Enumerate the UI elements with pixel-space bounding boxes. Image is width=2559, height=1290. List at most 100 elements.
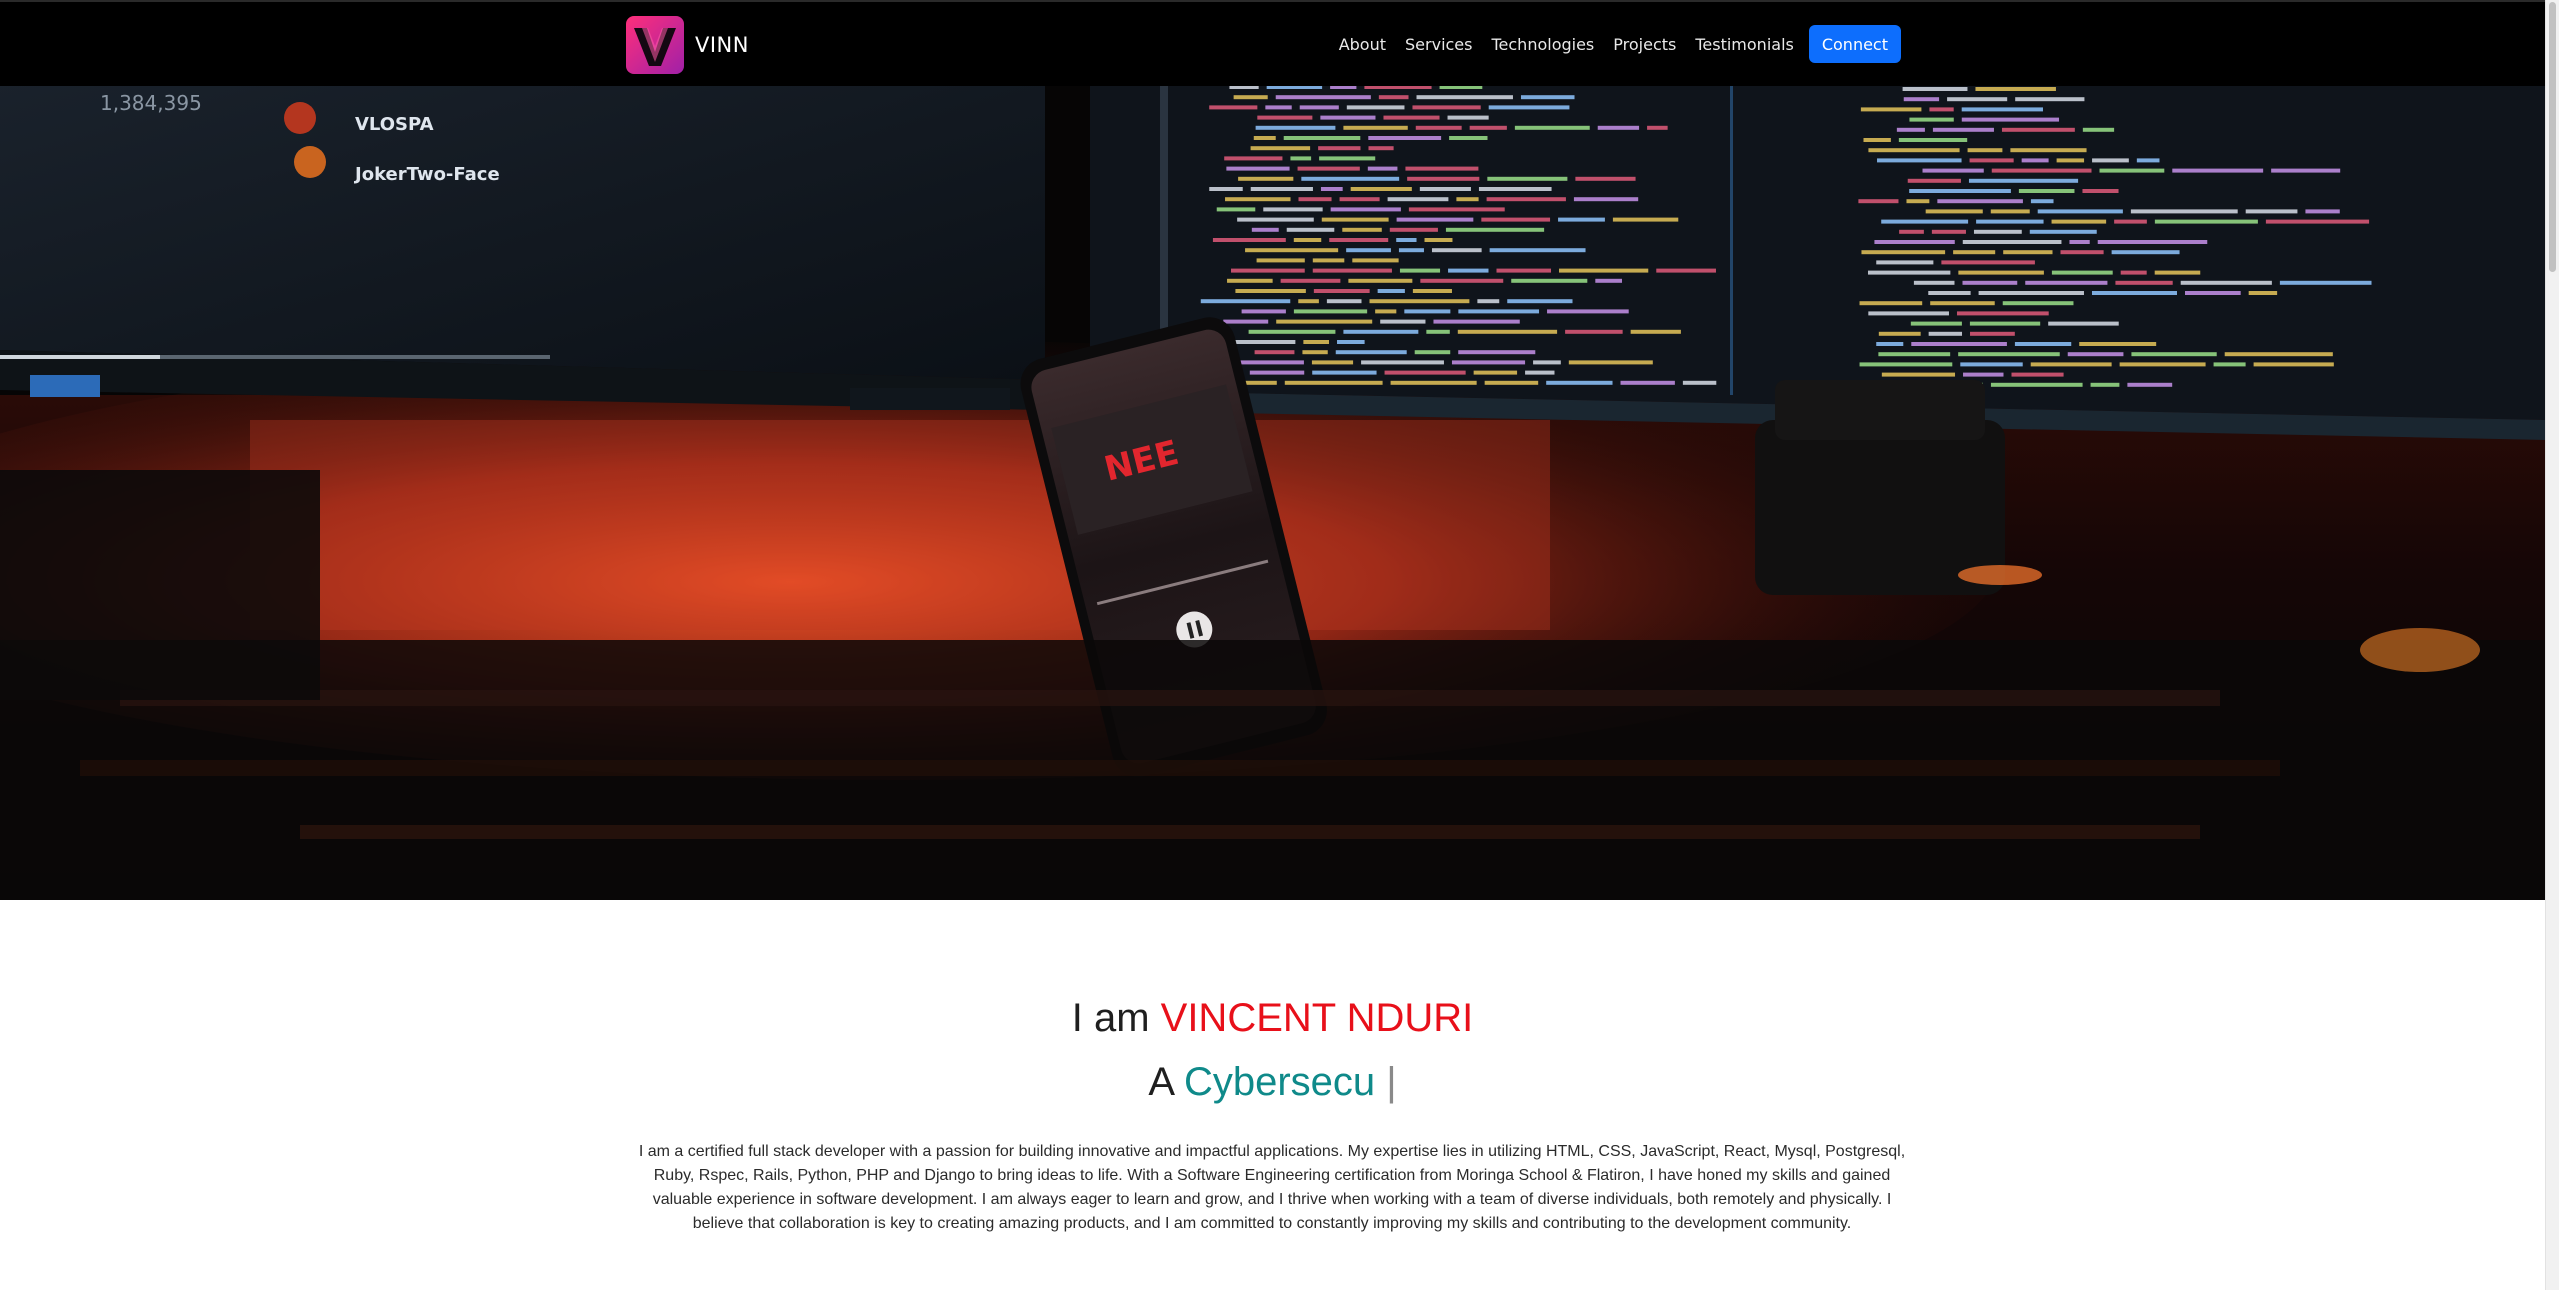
code-line-segment [1861, 250, 1946, 255]
code-line-segment [1398, 248, 1424, 253]
code-line-segment [1253, 136, 1276, 140]
code-line-segment [2030, 199, 2054, 204]
code-line-segment [1226, 166, 1290, 171]
code-line-segment [1573, 197, 1639, 202]
code-line-segment [1907, 178, 1961, 183]
code-line-segment [2060, 250, 2104, 255]
code-line-segment [2154, 270, 2201, 275]
code-line-segment [1565, 329, 1623, 334]
code-line-segment [1369, 299, 1470, 304]
code-line-segment [1209, 187, 1243, 191]
code-line-segment [1412, 289, 1452, 293]
code-line-segment [1263, 207, 1323, 212]
code-line-segment [1990, 209, 2030, 214]
code-line-segment [1597, 125, 1640, 130]
code-line-segment [1339, 197, 1380, 202]
code-line-segment [1280, 278, 1341, 283]
code-line-segment [1878, 331, 1921, 336]
code-line-segment [1956, 311, 2049, 316]
hero-image: 1,384,395 VLOSPA JokerTwo-Face NEE [0, 0, 2545, 900]
code-line-segment [1223, 319, 1269, 324]
code-line-segment [1330, 207, 1401, 212]
code-line-segment [1298, 197, 1332, 202]
code-line-segment [1368, 146, 1394, 151]
code-line-segment [1486, 197, 1566, 202]
code-line-segment [1209, 105, 1258, 110]
code-line-segment [1913, 280, 1955, 285]
nav-links: About Services Technologies Projects Tes… [1320, 24, 1901, 64]
code-line-segment [2185, 291, 2241, 295]
code-line-segment [2090, 382, 2120, 387]
code-line-segment [2051, 219, 2107, 224]
brand[interactable]: VINN [626, 16, 749, 74]
code-line-segment [1343, 125, 1408, 130]
nav-link-testimonials[interactable]: Testimonials [1695, 35, 1794, 54]
code-line-segment [1414, 350, 1451, 355]
code-line-segment [1868, 311, 1949, 316]
code-line-segment [2056, 158, 2085, 163]
svg-text:JokerTwo-Face: JokerTwo-Face [353, 164, 500, 185]
code-line-segment [1533, 360, 1561, 365]
code-line-segment [2011, 372, 2064, 377]
code-line-segment [1319, 156, 1376, 161]
code-line-segment [1925, 209, 1983, 214]
code-line-segment [1320, 115, 1376, 120]
code-line-segment [2111, 250, 2180, 255]
nav-link-technologies[interactable]: Technologies [1491, 35, 1594, 54]
code-line-segment [2091, 291, 2178, 295]
code-line-segment [1212, 238, 1286, 242]
code-line-segment [2037, 209, 2123, 214]
code-line-segment [1375, 309, 1397, 314]
code-line-segment [1881, 219, 1969, 224]
code-line-segment [1547, 309, 1629, 314]
code-line-segment [1225, 197, 1291, 202]
scrollbar-thumb[interactable] [2549, 2, 2556, 272]
desk-setup-photo: 1,384,395 VLOSPA JokerTwo-Face NEE [0, 0, 2545, 900]
code-line-segment [1293, 238, 1322, 242]
code-line-segment [2130, 209, 2238, 214]
code-line-segment [2021, 158, 2049, 163]
role-heading: A Cybersecu | [0, 1060, 2545, 1105]
code-line-segment [1902, 87, 1968, 91]
code-line-segment [1877, 158, 1962, 163]
code-line-segment [1876, 260, 1934, 265]
code-line-segment [1909, 117, 1954, 122]
code-line-segment [1520, 95, 1575, 100]
code-line-segment [1868, 148, 1960, 153]
code-line-segment [1991, 168, 2092, 173]
code-line-segment [1970, 331, 2015, 336]
role-prefix: A [1148, 1060, 1173, 1104]
code-line-segment [1433, 319, 1520, 324]
code-line-segment [1898, 138, 1968, 142]
code-line-segment [1233, 95, 1268, 100]
code-line-segment [2172, 168, 2264, 173]
code-line-segment [2271, 168, 2341, 173]
code-line-segment [1967, 148, 2003, 153]
code-line-segment [1489, 248, 1586, 253]
code-line-segment [1559, 268, 1649, 273]
code-line-segment [2279, 280, 2372, 285]
code-line-segment [1937, 199, 2023, 204]
code-line-segment [1342, 227, 1382, 232]
code-line-segment [1978, 291, 2084, 295]
code-line-segment [1405, 166, 1479, 171]
code-line-segment [1511, 278, 1588, 283]
code-line-segment [1346, 248, 1391, 253]
code-line-segment [1248, 329, 1336, 334]
nav-link-about[interactable]: About [1339, 35, 1386, 54]
code-line-segment [1224, 156, 1283, 161]
intro-heading: I am VINCENT NDURI [0, 996, 2545, 1041]
nav-link-services[interactable]: Services [1405, 35, 1472, 54]
page: 1,384,395 VLOSPA JokerTwo-Face NEE VINN … [0, 0, 2559, 1290]
code-line-segment [2154, 219, 2258, 224]
code-line-segment [1293, 309, 1368, 314]
page-scrollbar[interactable] [2545, 0, 2559, 1290]
code-line-segment [1860, 107, 1922, 112]
code-line-segment [1968, 178, 2079, 183]
code-line-segment [1343, 329, 1419, 334]
code-line-segment [1514, 125, 1590, 130]
nav-link-projects[interactable]: Projects [1613, 35, 1676, 54]
connect-button[interactable]: Connect [1808, 25, 1901, 63]
code-line-segment [1876, 342, 1904, 346]
svg-text:VLOSPA: VLOSPA [355, 114, 434, 135]
